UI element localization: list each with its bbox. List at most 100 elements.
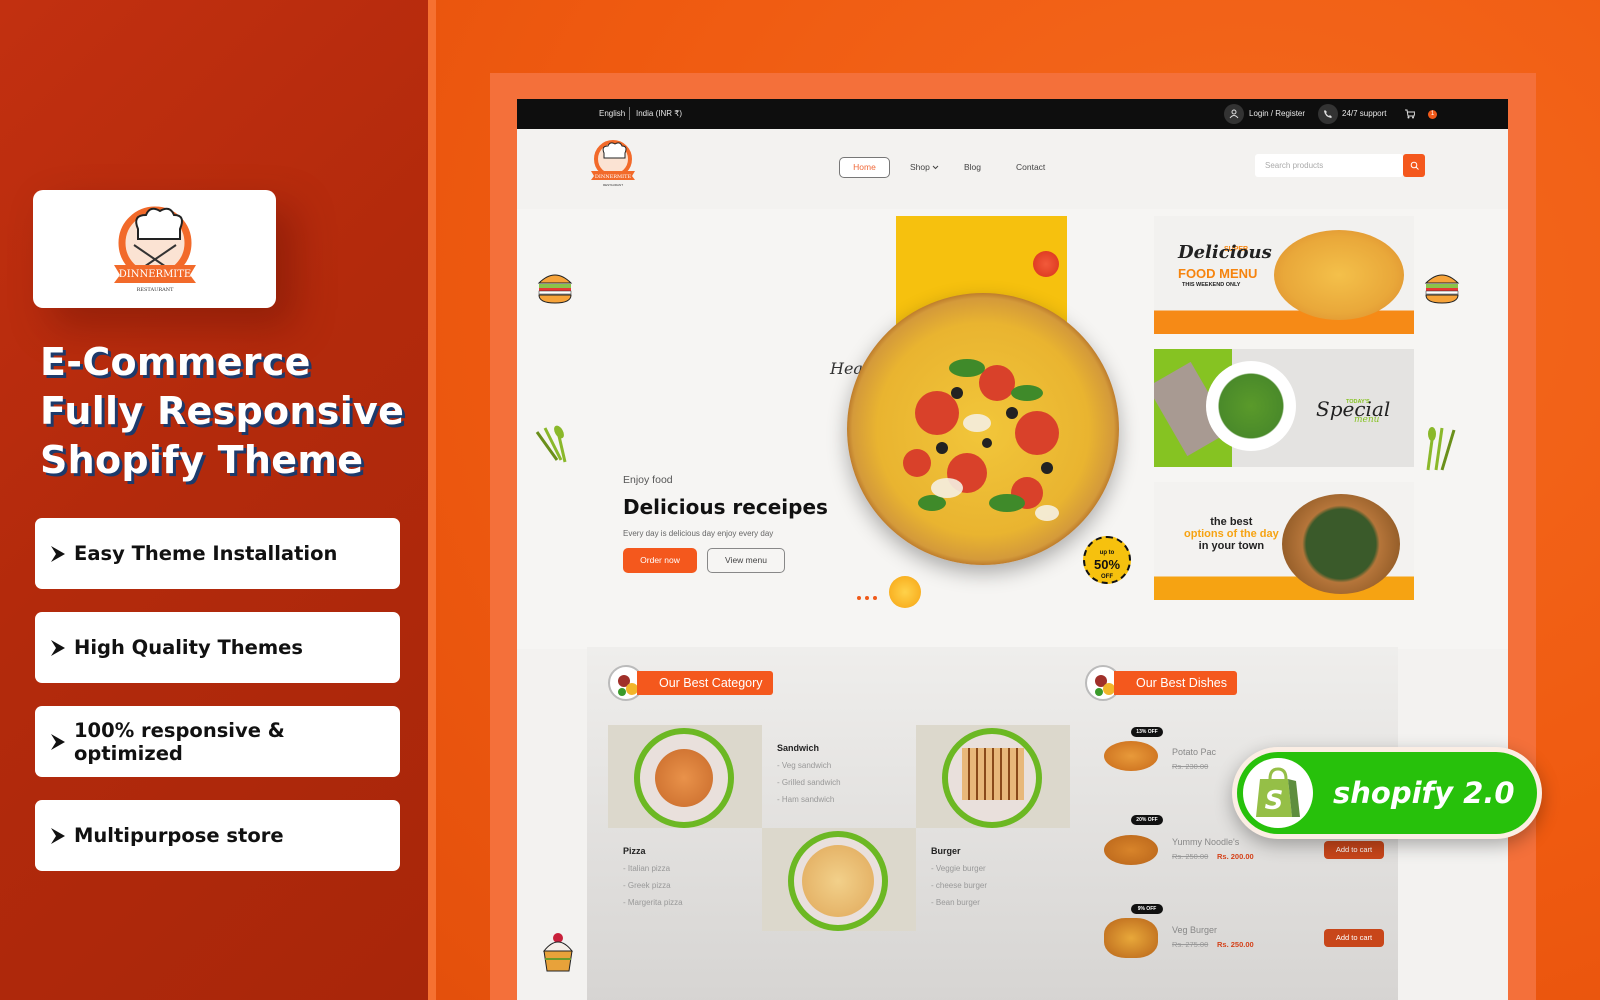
shopify-bag-icon: S bbox=[1243, 758, 1313, 828]
discount-tag: 20% OFF bbox=[1131, 815, 1163, 825]
headline-line-1: E-Commerce bbox=[40, 340, 311, 384]
slider-dot[interactable] bbox=[857, 596, 861, 600]
svg-text:DINNERMITE: DINNERMITE bbox=[595, 174, 632, 180]
promo-headline: E-Commerce Fully Responsive Shopify Them… bbox=[40, 338, 404, 485]
view-menu-button[interactable]: View menu bbox=[707, 548, 785, 573]
hero-description: Every day is delicious day enjoy every d… bbox=[623, 529, 774, 538]
search-input[interactable]: Search products bbox=[1255, 154, 1403, 177]
category-subs: - Veggie burger - cheese burger - Bean b… bbox=[931, 860, 987, 911]
dish-name[interactable]: Yummy Noodle's bbox=[1172, 837, 1239, 847]
dish-image bbox=[1104, 918, 1158, 958]
cart-count-badge: 1 bbox=[1428, 110, 1437, 119]
hero-title: Delicious receipes bbox=[623, 495, 828, 519]
banner-subtitle: FOOD MENU bbox=[1178, 266, 1258, 281]
cutlery-illustration-icon bbox=[1426, 427, 1456, 471]
best-dishes-heading: Our Best Dishes bbox=[1114, 671, 1238, 695]
chevron-down-icon bbox=[932, 165, 939, 170]
currency-selector[interactable]: India (INR ₹) bbox=[636, 109, 682, 118]
login-register-link[interactable]: Login / Register bbox=[1249, 109, 1305, 118]
banner-food-menu[interactable]: SUPER Delicious FOOD MENU THIS WEEKEND O… bbox=[1154, 216, 1414, 334]
feature-label: High Quality Themes bbox=[74, 636, 304, 659]
banner-todays-special[interactable]: TODAY'S Special menu bbox=[1154, 349, 1414, 467]
plate bbox=[634, 728, 734, 828]
category-image-burger[interactable] bbox=[608, 725, 762, 828]
chevron-right-icon bbox=[51, 827, 65, 844]
category-sub-link[interactable]: - cheese burger bbox=[931, 877, 987, 894]
website-preview: English India (INR ₹) Login / Register 2… bbox=[517, 99, 1508, 1000]
category-image-pizza[interactable] bbox=[762, 828, 916, 931]
nav-blog[interactable]: Blog bbox=[964, 162, 981, 172]
category-subs: - Veg sandwich - Grilled sandwich - Ham … bbox=[777, 757, 841, 808]
hero-slider: Enjoy food Delicious receipes Every day … bbox=[517, 209, 1508, 649]
category-sub-link[interactable]: - Greek pizza bbox=[623, 877, 683, 894]
category-sub-link[interactable]: - Italian pizza bbox=[623, 860, 683, 877]
tomato-image bbox=[1033, 251, 1059, 277]
category-sub-link[interactable]: - Bean burger bbox=[931, 894, 987, 911]
plate bbox=[942, 728, 1042, 828]
feature-card: Easy Theme Installation bbox=[35, 518, 400, 596]
category-sub-link[interactable]: - Grilled sandwich bbox=[777, 774, 841, 791]
category-image-sandwich[interactable] bbox=[916, 725, 1070, 828]
top-bar: English India (INR ₹) Login / Register 2… bbox=[517, 99, 1508, 129]
category-name[interactable]: Pizza bbox=[623, 846, 646, 856]
add-to-cart-button[interactable]: Add to cart bbox=[1324, 929, 1384, 947]
chef-hat-logo-icon: DINNERMITE RESTAURANT bbox=[113, 206, 196, 293]
category-sub-link[interactable]: - Ham sandwich bbox=[777, 791, 841, 808]
feature-card: High Quality Themes bbox=[35, 612, 400, 690]
dish-price: Rs. 200.00 bbox=[1217, 852, 1254, 861]
search-button[interactable] bbox=[1403, 154, 1425, 177]
pizza-image bbox=[802, 845, 874, 917]
header: DINNERMITE RESTAURANT Home Shop Blog Con… bbox=[517, 129, 1508, 209]
banner-best-options[interactable]: the best options of the day in your town bbox=[1154, 482, 1414, 600]
panel-divider bbox=[428, 0, 436, 1000]
feature-label: Multipurpose store bbox=[74, 824, 284, 847]
category-sub-link[interactable]: - Margerita pizza bbox=[623, 894, 683, 911]
category-name[interactable]: Sandwich bbox=[777, 743, 819, 753]
user-icon[interactable] bbox=[1224, 104, 1244, 124]
pizza-slice-image bbox=[1274, 230, 1404, 320]
plate bbox=[788, 831, 888, 931]
svg-text:S: S bbox=[1265, 786, 1284, 816]
chevron-right-icon bbox=[51, 545, 65, 562]
dish-image bbox=[1104, 741, 1158, 771]
nav-home[interactable]: Home bbox=[839, 157, 890, 178]
hero-subtitle: Enjoy food bbox=[623, 474, 673, 486]
shopify-version-text: shopify 2.0 bbox=[1333, 776, 1515, 810]
cupcake-illustration-icon bbox=[542, 933, 574, 972]
language-selector[interactable]: English bbox=[599, 109, 625, 118]
order-now-button[interactable]: Order now bbox=[623, 548, 697, 573]
burger-illustration-icon bbox=[1424, 274, 1460, 304]
banner-text: the best options of the day in your town bbox=[1184, 516, 1279, 552]
add-to-cart-button[interactable]: Add to cart bbox=[1324, 841, 1384, 859]
category-name[interactable]: Burger bbox=[931, 846, 961, 856]
category-subs: - Italian pizza - Greek pizza - Margerit… bbox=[623, 860, 683, 911]
brand-logo-card: DINNERMITE RESTAURANT bbox=[33, 190, 276, 308]
phone-icon bbox=[1318, 104, 1338, 124]
dish-old-price: Rs. 275.00 bbox=[1172, 940, 1209, 949]
banner-note: THIS WEEKEND ONLY bbox=[1182, 282, 1241, 288]
svg-text:RESTAURANT: RESTAURANT bbox=[603, 183, 623, 187]
category-sub-link[interactable]: - Veggie burger bbox=[931, 860, 987, 877]
feature-card: 100% responsive & optimized bbox=[35, 706, 400, 784]
site-logo[interactable]: DINNERMITE RESTAURANT bbox=[587, 137, 639, 189]
support-link[interactable]: 24/7 support bbox=[1342, 109, 1386, 118]
slider-dot[interactable] bbox=[865, 596, 869, 600]
dish-image bbox=[1104, 835, 1158, 865]
slider-dot[interactable] bbox=[873, 596, 877, 600]
dish-name[interactable]: Veg Burger bbox=[1172, 925, 1217, 935]
headline-line-3: Shopify Theme bbox=[40, 438, 364, 482]
logo-name: DINNERMITE bbox=[118, 269, 190, 280]
search-icon bbox=[1410, 161, 1419, 170]
salad-plate-image bbox=[1206, 361, 1296, 451]
hero-pizza-image bbox=[847, 293, 1119, 565]
discount-tag: 13% OFF bbox=[1131, 727, 1163, 737]
dish-name[interactable]: Potato Pac bbox=[1172, 747, 1216, 757]
chevron-right-icon bbox=[50, 733, 65, 750]
feature-label: Easy Theme Installation bbox=[74, 542, 338, 565]
nav-shop[interactable]: Shop bbox=[910, 162, 939, 172]
feature-card: Multipurpose store bbox=[35, 800, 400, 878]
nav-contact[interactable]: Contact bbox=[1016, 162, 1045, 172]
category-sub-link[interactable]: - Veg sandwich bbox=[777, 757, 841, 774]
cart-icon[interactable] bbox=[1404, 109, 1415, 119]
dish-old-price: Rs. 250.00 bbox=[1172, 852, 1209, 861]
